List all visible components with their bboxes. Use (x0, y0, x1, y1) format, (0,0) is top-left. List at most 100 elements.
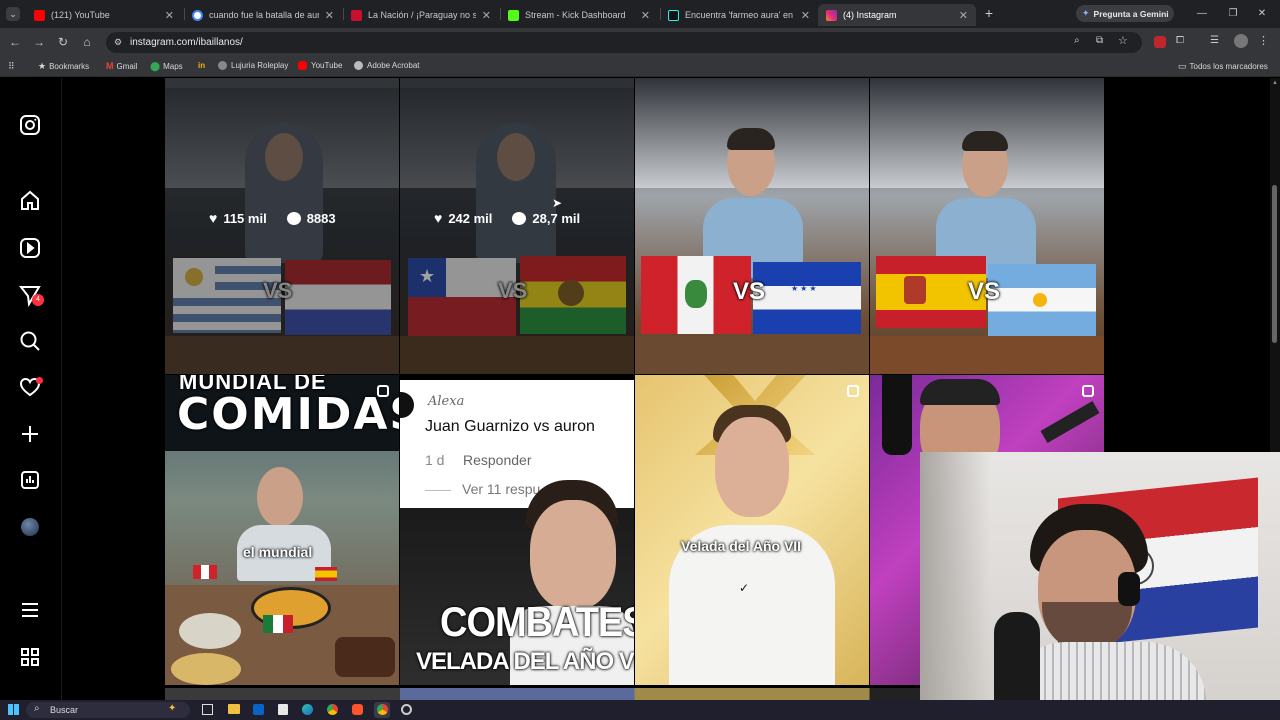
taskbar-search-placeholder: Buscar (50, 705, 79, 715)
close-tab-icon[interactable]: ✕ (641, 9, 650, 22)
headphones (882, 375, 912, 455)
streamer-webcam (920, 452, 1280, 720)
brave-icon[interactable] (352, 704, 363, 715)
site-info-icon[interactable]: ⚙ (112, 36, 124, 48)
bookmark-item[interactable]: Lujuria Roleplay (218, 61, 288, 70)
like-count: 242 mil (448, 210, 493, 226)
heart-icon: ♥ (209, 210, 218, 226)
tab-la-nacion[interactable]: La Nación / ¡Paraguay no se sal ✕ (343, 4, 499, 26)
bookmark-star-icon[interactable]: ☆ (1118, 34, 1132, 48)
notepad-icon[interactable] (278, 704, 288, 715)
close-tab-icon[interactable]: ✕ (801, 9, 810, 22)
zoom-icon[interactable]: ⌕ (1074, 35, 1088, 49)
post-uruguay-vs-paraguay[interactable]: VS ♥ 115 mil 8883 (165, 78, 399, 374)
bookmark-item[interactable]: M Gmail (106, 61, 137, 71)
profile-avatar[interactable] (21, 518, 39, 536)
instagram-logo-icon[interactable] (18, 113, 42, 137)
tab-tiktok[interactable]: Encuentra 'farmeo aura' en Tik ✕ (660, 4, 818, 26)
close-tab-icon[interactable]: ✕ (165, 9, 174, 22)
ribs-plate (335, 637, 395, 677)
forward-icon[interactable]: → (31, 34, 47, 50)
post-mundial-de-comidas[interactable]: MUNDIAL DE COMIDAS el mundial (165, 375, 399, 685)
close-tab-icon[interactable]: ✕ (482, 9, 491, 22)
headline-title: COMIDAS (177, 389, 399, 440)
maps-pin-icon: ⬤ (150, 61, 161, 71)
extensions-puzzle-icon[interactable]: ⧠ (1176, 35, 1190, 49)
post-combates-velada[interactable]: Alexa Juan Guarnizo vs auron 1 d Respond… (400, 380, 634, 685)
reels-icon[interactable] (18, 236, 42, 260)
home-button-icon[interactable]: ⌂ (79, 34, 95, 50)
bookmark-label: Adobe Acrobat (367, 61, 420, 70)
close-tab-icon[interactable]: ✕ (325, 9, 334, 22)
bookmark-item[interactable]: YouTube (298, 61, 342, 70)
nike-logo-icon: ✓ (739, 581, 750, 595)
reload-icon[interactable]: ↻ (55, 34, 71, 50)
back-icon[interactable]: ← (7, 34, 23, 50)
spain-coat-of-arms-icon (904, 276, 926, 304)
install-app-icon[interactable]: ⧉ (1096, 35, 1110, 49)
person-hair (727, 128, 775, 150)
obs-icon[interactable] (401, 704, 412, 715)
heart-icon: ♥ (434, 210, 443, 226)
spain-mini-flag (315, 567, 337, 581)
close-window-icon[interactable]: ✕ (1256, 8, 1268, 20)
profile-avatar-icon[interactable] (1234, 34, 1248, 48)
chrome-alt-icon[interactable] (327, 704, 338, 715)
post-peru-vs-honduras[interactable]: ★★★ VS (635, 78, 869, 374)
dashboard-icon[interactable] (18, 468, 42, 492)
tab-google-search[interactable]: cuando fue la batalla de aura e ✕ (184, 4, 342, 26)
table-surface (635, 336, 869, 374)
search-highlight-icon: ✦ (168, 703, 177, 714)
peru-mini-flag (193, 565, 217, 579)
bookmark-favicon-icon: in (198, 61, 206, 70)
all-bookmarks-folder[interactable]: ▭ Todos los marcadores (1178, 61, 1268, 72)
instagram-sidebar: 4 (0, 78, 62, 700)
messages-badge: 4 (32, 294, 44, 306)
bookmark-item[interactable]: in (198, 61, 205, 70)
tab-search-dropdown-icon[interactable]: ⌄ (6, 7, 20, 21)
gemini-button[interactable]: ✦ Pregunta a Gemini (1076, 5, 1174, 22)
home-icon[interactable] (18, 189, 42, 213)
comment-bubble-icon (286, 211, 301, 225)
page-scrollbar-thumb[interactable] (1272, 185, 1277, 343)
reading-list-icon[interactable]: ☰ (1210, 35, 1224, 49)
search-icon[interactable] (18, 329, 42, 353)
youtube-icon (298, 61, 307, 70)
apps-grid-icon[interactable]: ⠿ (8, 61, 18, 71)
task-view-icon[interactable] (202, 704, 213, 715)
post-chile-vs-bolivia[interactable]: ★ VS ♥ 242 mil 28,7 mil ➤ (400, 78, 634, 374)
more-apps-icon[interactable] (18, 645, 42, 669)
globe-icon (218, 61, 227, 70)
tab-instagram[interactable]: (4) Instagram ✕ (818, 4, 976, 26)
browser-tab-strip: ⌄ (121) YouTube ✕ cuando fue la batalla … (0, 0, 1280, 28)
outlook-icon[interactable] (253, 704, 264, 715)
close-tab-icon[interactable]: ✕ (959, 9, 968, 22)
url-text[interactable]: instagram.com/ibaillanos/ (130, 37, 243, 48)
file-explorer-icon[interactable] (228, 704, 240, 714)
new-tab-button[interactable]: + (982, 5, 996, 21)
browser-menu-icon[interactable]: ⋮ (1258, 34, 1269, 48)
vs-label: VS (733, 278, 766, 305)
tab-youtube[interactable]: (121) YouTube ✕ (26, 4, 182, 26)
post-spain-vs-argentina[interactable]: VS (870, 78, 1104, 374)
la-nacion-favicon-icon (351, 9, 362, 21)
minimize-window-icon[interactable]: — (1196, 8, 1208, 20)
person-head (530, 500, 616, 610)
post-velada-del-ano-vii[interactable]: ✓ Velada del Año VII (635, 375, 869, 685)
edge-icon[interactable] (302, 704, 313, 715)
extension-record-icon[interactable] (1154, 36, 1166, 48)
restore-window-icon[interactable]: ❐ (1227, 8, 1239, 20)
title-line-2: VELADA DEL AÑO VII (416, 648, 634, 675)
create-icon[interactable] (18, 422, 42, 446)
scroll-up-icon[interactable]: ▲ (1272, 80, 1278, 86)
bookmark-item[interactable]: ⬤ Maps (150, 61, 183, 72)
windows-start-icon[interactable] (8, 704, 19, 715)
tab-title: Stream - Kick Dashboard (525, 10, 626, 20)
bookmark-item[interactable]: Adobe Acrobat (354, 61, 419, 70)
address-bar[interactable] (106, 32, 1142, 53)
taco-plate (171, 653, 241, 685)
menu-icon[interactable] (18, 598, 42, 622)
bookmark-item[interactable]: ★ Bookmarks (38, 61, 89, 72)
comment-text: Juan Guarnizo vs auron (425, 418, 595, 435)
tab-kick-dashboard[interactable]: Stream - Kick Dashboard ✕ (500, 4, 658, 26)
